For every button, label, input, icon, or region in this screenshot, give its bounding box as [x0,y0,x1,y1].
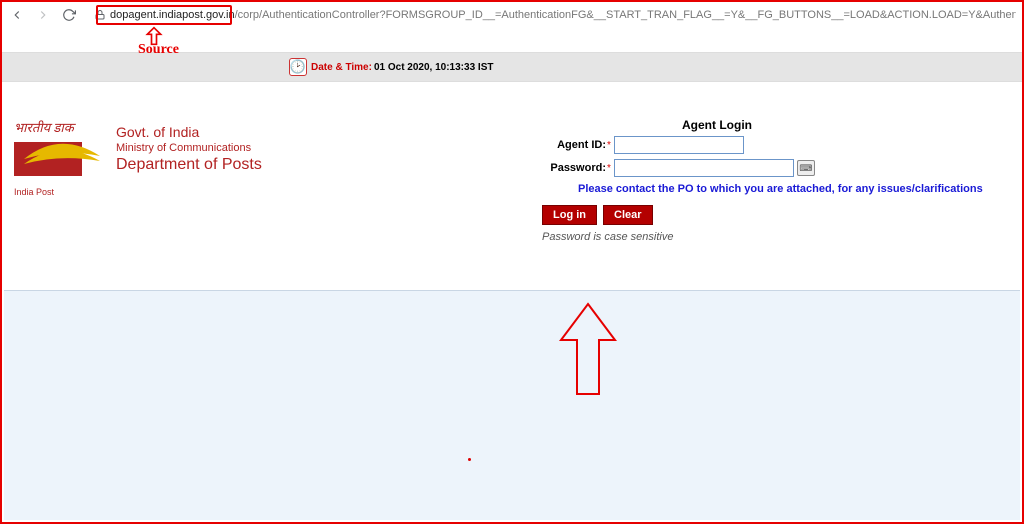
lock-icon [94,9,106,21]
contact-notice: Please contact the PO to which you are a… [578,183,984,195]
url-path: /corp/AuthenticationController?FORMSGROU… [235,9,1016,21]
org-script: भारतीय डाक [14,118,104,136]
agent-id-row: Agent ID: * [542,136,984,154]
datetime-value: 01 Oct 2020, 10:13:33 IST [374,62,494,73]
password-case-note: Password is case sensitive [542,231,984,243]
url-host: dopagent.indiapost.gov.in [110,9,235,21]
org-line-dept: Department of Posts [116,156,262,174]
org-line-govt: Govt. of India [116,124,262,140]
agent-id-label: Agent ID: [542,139,606,151]
header-area: भारतीय डाक India Post Govt. of India Min… [2,82,1022,247]
login-title: Agent Login [682,118,984,132]
datetime-label: Date & Time: [311,62,372,73]
annotation-source-label: Source [138,42,179,58]
bottom-pane [4,290,1020,520]
password-row: Password: * ⌨ [542,159,984,177]
virtual-keyboard-icon[interactable]: ⌨ [797,160,815,176]
required-star: * [607,140,611,151]
india-post-logo-icon [14,136,104,182]
forward-button[interactable] [34,6,52,24]
login-form: Agent Login Agent ID: * Password: * ⌨ Pl… [542,118,1012,243]
login-button[interactable]: Log in [542,205,597,225]
address-bar[interactable]: dopagent.indiapost.gov.in/corp/Authentic… [86,4,1016,26]
required-star: * [607,163,611,174]
clock-icon: 🕑 [289,58,307,76]
red-dot [468,458,471,461]
browser-nav-bar: dopagent.indiapost.gov.in/corp/Authentic… [2,2,1022,28]
agent-id-input[interactable] [614,136,744,154]
org-india-post: India Post [14,187,104,197]
password-input[interactable] [614,159,794,177]
button-row: Log in Clear [542,205,984,225]
clear-button[interactable]: Clear [603,205,653,225]
org-line-ministry: Ministry of Communications [116,142,262,154]
password-label: Password: [542,162,606,174]
annotation-big-arrow-icon [557,302,619,398]
reload-button[interactable] [60,6,78,24]
back-button[interactable] [8,6,26,24]
org-text-block: Govt. of India Ministry of Communication… [116,124,262,174]
org-logo-block: भारतीय डाक India Post Govt. of India Min… [14,118,262,197]
